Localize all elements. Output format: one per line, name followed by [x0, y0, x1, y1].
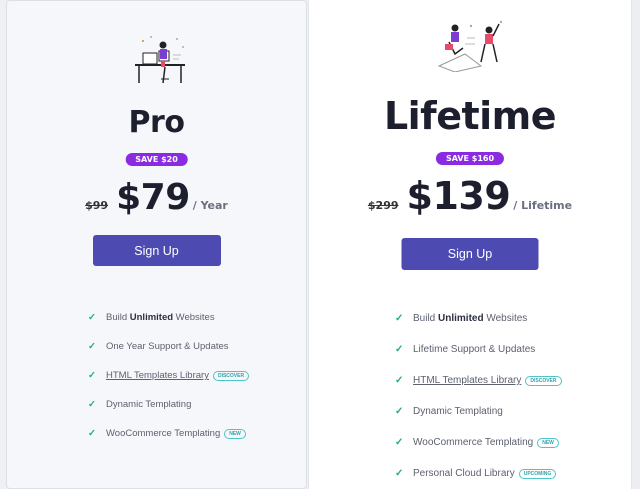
feature-text: Websites: [483, 313, 528, 324]
check-icon: ✓: [88, 312, 96, 323]
upcoming-tag: UPCOMING: [518, 468, 557, 479]
original-price: $299: [367, 199, 399, 212]
person-at-desk-illustration: [135, 36, 185, 84]
feature-text: Lifetime Support & Updates: [413, 344, 536, 355]
check-icon: ✓: [395, 313, 404, 324]
feature-emphasis: Unlimited: [438, 313, 484, 324]
html-templates-link[interactable]: HTML Templates Library: [106, 370, 209, 381]
feature-text: Dynamic Templating: [106, 399, 192, 410]
feature-item: ✓ Dynamic Templating: [88, 390, 249, 419]
check-icon: ✓: [88, 370, 96, 381]
feature-item: ✓ One Year Support & Updates: [88, 332, 249, 361]
feature-text: Dynamic Templating: [413, 406, 503, 417]
background-strip: [632, 0, 640, 489]
feature-item: ✓ WooCommerce Templating NEW: [395, 427, 562, 458]
check-icon: ✓: [395, 437, 404, 448]
check-icon: ✓: [395, 375, 404, 386]
price-period: / Year: [192, 199, 228, 212]
feature-item: ✓ Personal Cloud Library UPCOMING: [395, 458, 562, 489]
discover-tag: DISCOVER: [525, 375, 562, 386]
feature-text: WooCommerce Templating: [413, 437, 534, 448]
price-amount: $79: [116, 177, 190, 218]
new-tag: NEW: [537, 437, 559, 448]
pricing-card-pro: Pro SAVE $20 $99 $79 / Year Sign Up ✓ Bu…: [6, 0, 307, 489]
check-icon: ✓: [88, 341, 96, 352]
feature-list: ✓ Build Unlimited Websites ✓ Lifetime Su…: [395, 303, 562, 489]
feature-item: ✓ HTML Templates Library DISCOVER: [395, 365, 562, 396]
html-templates-link[interactable]: HTML Templates Library: [413, 375, 521, 386]
feature-text: Websites: [173, 312, 215, 323]
price-row: $99 $79 / Year: [7, 177, 306, 218]
people-collaborating-illustration: [437, 20, 503, 72]
price-row: $299 $139 / Lifetime: [309, 174, 631, 218]
price-period: / Lifetime: [513, 199, 573, 212]
check-icon: ✓: [395, 344, 404, 355]
pricing-card-lifetime: Lifetime SAVE $160 $299 $139 / Lifetime …: [308, 0, 632, 489]
plan-title: Pro: [128, 105, 185, 140]
price-amount: $139: [406, 174, 511, 218]
save-badge: SAVE $160: [435, 152, 505, 165]
new-tag: NEW: [224, 428, 246, 439]
feature-item: ✓ Build Unlimited Websites: [88, 303, 249, 332]
feature-list: ✓ Build Unlimited Websites ✓ One Year Su…: [88, 303, 250, 448]
feature-item: ✓ Build Unlimited Websites: [395, 303, 562, 334]
sign-up-button[interactable]: Sign Up: [92, 235, 221, 266]
original-price: $99: [85, 199, 109, 212]
feature-item: ✓ WooCommerce Templating NEW: [88, 419, 249, 448]
feature-item: ✓ Lifetime Support & Updates: [395, 334, 562, 365]
feature-emphasis: Unlimited: [129, 312, 174, 323]
feature-text: Build: [106, 312, 130, 323]
feature-text: Personal Cloud Library: [413, 468, 515, 479]
feature-text: Build: [413, 313, 439, 324]
feature-item: ✓ HTML Templates Library DISCOVER: [88, 361, 250, 390]
check-icon: ✓: [88, 428, 96, 439]
check-icon: ✓: [395, 468, 404, 479]
feature-text: One Year Support & Updates: [106, 341, 229, 352]
feature-text: WooCommerce Templating: [106, 428, 221, 439]
sign-up-button[interactable]: Sign Up: [401, 238, 539, 270]
discover-tag: DISCOVER: [212, 370, 250, 381]
check-icon: ✓: [395, 406, 404, 417]
check-icon: ✓: [88, 399, 96, 410]
plan-title: Lifetime: [383, 94, 557, 138]
save-badge: SAVE $20: [125, 153, 188, 166]
feature-item: ✓ Dynamic Templating: [395, 396, 562, 427]
